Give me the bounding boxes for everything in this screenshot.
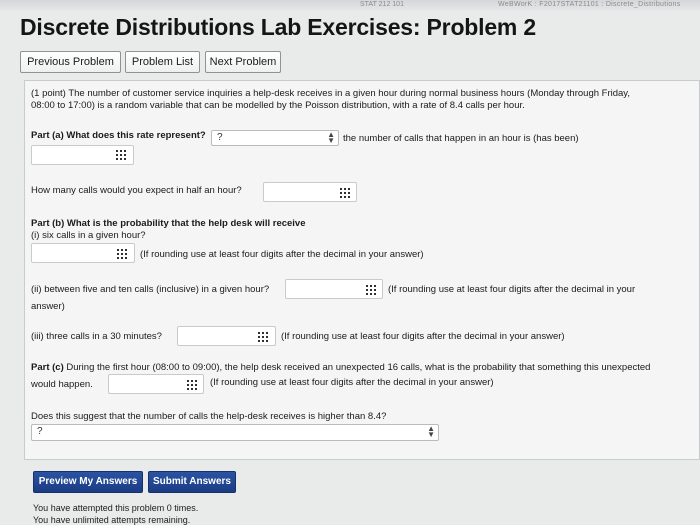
part-c-answer-input[interactable] — [108, 374, 204, 394]
problem-intro-line2: 08:00 to 17:00) is a random variable tha… — [31, 100, 525, 111]
next-problem-button[interactable]: Next Problem — [205, 51, 281, 73]
previous-problem-button[interactable]: Previous Problem — [20, 51, 121, 73]
part-a-select-value: ? — [217, 132, 223, 143]
part-b-i-answer-input[interactable] — [31, 243, 135, 263]
part-c-line2: would happen. — [31, 379, 93, 390]
equation-editor-icon[interactable] — [366, 285, 378, 295]
course-tab-label[interactable]: STAT 212 101 — [360, 1, 404, 8]
part-b-iii-rounding-note: (If rounding use at least four digits af… — [281, 331, 565, 342]
part-b-ii-rounding-note: (If rounding use at least four digits af… — [388, 284, 636, 295]
part-c-question: Does this suggest that the number of cal… — [31, 411, 387, 422]
part-b-label: Part (b) What is the probability that th… — [31, 218, 306, 229]
select-arrows-icon: ▲ ▼ — [427, 424, 435, 439]
attempts-remaining-text: You have unlimited attempts remaining. — [33, 515, 191, 525]
browser-tab-strip: STAT 212 101 WeBWorK : F2017STAT21101 : … — [0, 0, 700, 10]
half-hour-question: How many calls would you expect in half … — [31, 185, 242, 196]
part-a-select[interactable]: ? ▲ ▼ — [211, 130, 339, 146]
part-c-select[interactable]: ? ▲ ▼ — [31, 424, 439, 441]
preview-answers-button[interactable]: Preview My Answers — [33, 471, 143, 493]
part-c-rounding-note: (If rounding use at least four digits af… — [210, 377, 494, 388]
part-c-select-value: ? — [37, 426, 43, 437]
equation-editor-icon[interactable] — [258, 332, 270, 342]
part-b-ii-text: (ii) between five and ten calls (inclusi… — [31, 284, 270, 295]
webwork-tab-label[interactable]: WeBWorK : F2017STAT21101 : Discrete_Dist… — [498, 1, 681, 8]
part-a-select-text: the number of calls that happen in an ho… — [343, 133, 579, 144]
select-arrows-icon: ▲ ▼ — [327, 130, 335, 145]
part-b-iii-text: (iii) three calls in a 30 minutes? — [31, 331, 162, 342]
part-b-ii-answer-input[interactable] — [285, 279, 383, 299]
part-a-label: Part (a) What does this rate represent? — [31, 130, 206, 141]
part-b-ii-rounding-note-cont: answer) — [31, 301, 65, 312]
attempts-count-text: You have attempted this problem 0 times. — [33, 503, 199, 513]
part-c-line1-text: During the first hour (08:00 to 09:00), … — [66, 362, 651, 373]
part-b-iii-answer-input[interactable] — [177, 326, 276, 346]
problem-list-button[interactable]: Problem List — [125, 51, 200, 73]
equation-editor-icon[interactable] — [116, 150, 128, 160]
part-b-i-rounding-note: (If rounding use at least four digits af… — [140, 249, 424, 260]
page-title: Discrete Distributions Lab Exercises: Pr… — [20, 14, 536, 40]
half-hour-answer-input[interactable] — [263, 182, 357, 202]
problem-intro-line1: (1 point) The number of customer service… — [31, 88, 630, 99]
part-a-answer-input[interactable] — [31, 145, 134, 165]
equation-editor-icon[interactable] — [187, 380, 199, 390]
equation-editor-icon[interactable] — [117, 249, 129, 259]
submit-answers-button[interactable]: Submit Answers — [148, 471, 236, 493]
equation-editor-icon[interactable] — [340, 188, 352, 198]
part-b-i-text: (i) six calls in a given hour? — [31, 230, 146, 241]
part-c-line1: Part (c) During the first hour (08:00 to… — [31, 362, 651, 373]
